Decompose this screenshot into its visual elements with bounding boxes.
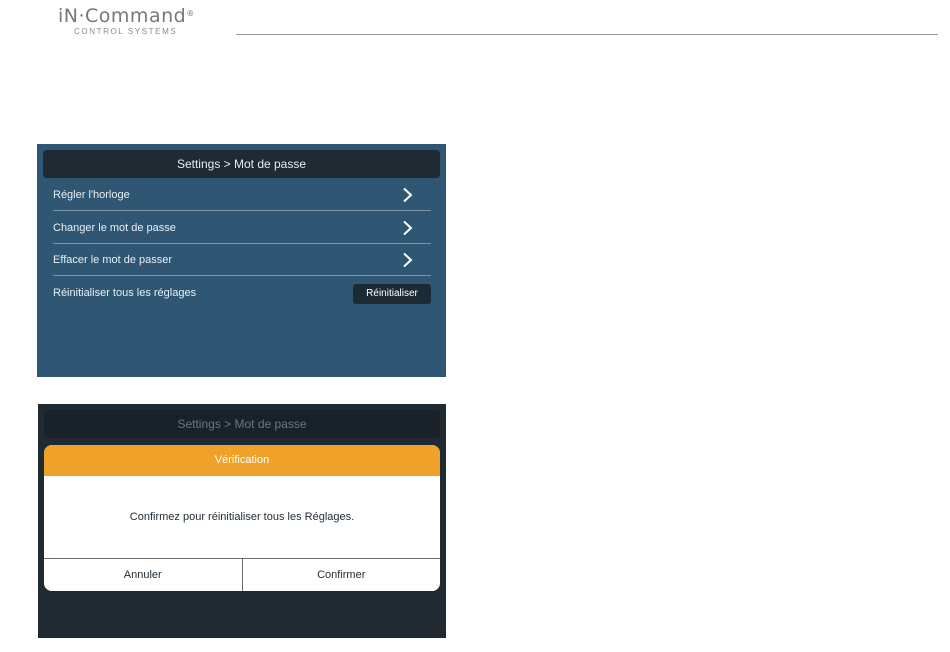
menu-item-label: Réinitialiser tous les réglages	[53, 287, 197, 299]
reset-button[interactable]: Réinitialiser	[353, 284, 431, 304]
menu-item-clear-password[interactable]: Effacer le mot de passer	[53, 244, 431, 276]
menu-item-label: Effacer le mot de passer	[53, 254, 173, 266]
dialog-button-row: Annuler Confirmer	[44, 559, 440, 591]
menu-divider	[53, 275, 431, 276]
chevron-right-icon	[403, 252, 413, 268]
dialog-message: Confirmez pour réinitialiser tous les Ré…	[44, 476, 440, 559]
brand-logo: iN·Command® CONTROL SYSTEMS	[58, 6, 218, 36]
logo-registered-mark: ®	[186, 9, 195, 18]
logo-wordmark: iN·Command®	[58, 6, 218, 26]
confirm-button[interactable]: Confirmer	[242, 559, 440, 591]
menu-item-set-clock[interactable]: Régler l'horloge	[53, 179, 431, 211]
chevron-right-icon	[403, 187, 413, 203]
verification-dialog: Vérification Confirmez pour réinitialise…	[44, 445, 440, 591]
menu-item-label: Changer le mot de passe	[53, 222, 176, 234]
dialog-title: Vérification	[44, 445, 440, 476]
chevron-right-icon	[403, 220, 413, 236]
menu-divider	[53, 210, 431, 211]
logo-subtitle: CONTROL SYSTEMS	[74, 27, 178, 36]
settings-title-bar-dimmed: Settings > Mot de passe	[44, 410, 440, 438]
header-divider	[236, 34, 938, 35]
logo-name: iN·Command	[58, 5, 187, 27]
menu-item-reset-all: Réinitialiser tous les réglages Réinitia…	[53, 277, 431, 309]
settings-title-bar: Settings > Mot de passe	[43, 150, 440, 178]
settings-screen: Settings > Mot de passe Régler l'horloge…	[37, 144, 446, 377]
menu-item-label: Régler l'horloge	[53, 189, 130, 201]
cancel-button[interactable]: Annuler	[44, 559, 243, 591]
confirmation-screen: Settings > Mot de passe Vérification Con…	[38, 404, 446, 638]
menu-item-change-password[interactable]: Changer le mot de passe	[53, 212, 431, 244]
